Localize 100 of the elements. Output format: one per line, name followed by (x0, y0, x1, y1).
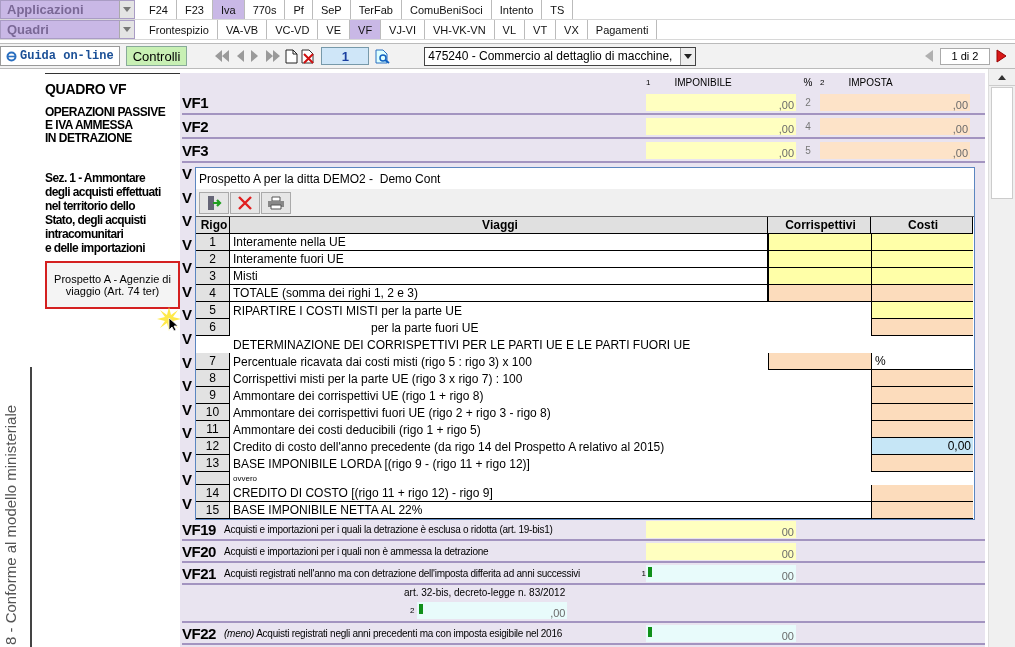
help-button[interactable]: Guida on-line (0, 46, 120, 66)
table-cell-text: DETERMINAZIONE DEI CORRISPETTIVI PER LE PARTI UE E LE PARTI FUORI UE (232, 336, 692, 353)
input-field[interactable] (768, 251, 871, 268)
row-label: V (182, 471, 192, 490)
input-field[interactable]: 0,00 (871, 438, 973, 455)
column-header: Rigo (196, 217, 230, 234)
row-number: 8 (196, 370, 230, 387)
input-field[interactable] (871, 251, 973, 268)
input-field[interactable]: ,00 (820, 117, 970, 135)
table-cell: TOTALE (somma dei righi 1, 2 e 3) (230, 285, 768, 302)
row-number: 2 (804, 96, 812, 108)
input-field[interactable]: ,00 (646, 141, 796, 159)
row-number: 4 (804, 120, 812, 132)
tab[interactable]: Iva (212, 0, 245, 19)
input-field[interactable] (871, 387, 973, 404)
row-number: 5 (804, 144, 812, 156)
document-search-icon[interactable] (375, 48, 391, 64)
input-field[interactable] (871, 285, 973, 302)
input-field[interactable] (768, 268, 871, 285)
row-description: (meno) Acquisti registrati negli anni precedenti ma con imposta esigibile nel 2016 (224, 627, 564, 639)
input-field[interactable] (768, 285, 871, 302)
column-number: 2 (820, 77, 825, 87)
print-button[interactable] (261, 191, 291, 214)
input-field[interactable]: ,00 (820, 141, 970, 159)
row-label: V (182, 188, 192, 207)
scroll-up-icon[interactable] (998, 74, 1006, 80)
door-arrow-icon (206, 194, 222, 211)
table-cell-text: Percentuale ricavata dai costi misti (rigo 5 : rigo 3) x 100 (232, 353, 533, 370)
input-field[interactable] (871, 455, 973, 472)
delete-page-icon[interactable] (301, 48, 316, 64)
field-number: 1 (640, 568, 646, 578)
table-cell: Misti (230, 268, 768, 285)
row-label: VF20 (182, 542, 217, 560)
row-label: V (182, 447, 192, 466)
input-field[interactable]: ,00 (417, 602, 568, 619)
column-header: Costi (871, 217, 973, 234)
input-field[interactable] (871, 502, 973, 519)
table-cell-text: Ammontare dei costi deducibili (rigo 1 + rigo 5) (232, 421, 482, 438)
input-field[interactable] (871, 302, 973, 319)
input-field[interactable]: ,00 (820, 93, 970, 111)
input-field[interactable] (871, 404, 973, 421)
row-label: VF19 (182, 520, 217, 538)
section-title: Sez. 1 - Ammontare degli acquisti effettuati nel territorio dello Stato, degli acquisti intracomunitari e delle importazioni (45, 171, 162, 255)
row-label: V (182, 329, 192, 348)
row-number: 3 (196, 268, 230, 285)
browser-e-icon (6, 50, 17, 62)
page-number-field[interactable]: 1 (321, 47, 370, 65)
company-select[interactable]: 475240 - Commercio al dettaglio di macchine, (424, 46, 697, 66)
exit-button[interactable] (199, 191, 229, 214)
row-description: Acquisti e importazioni per i quali non è ammessa la detrazione (224, 545, 490, 557)
input-field[interactable]: % (871, 353, 973, 370)
row-label: V (182, 400, 192, 419)
scrollbar[interactable] (988, 69, 1015, 647)
input-field[interactable] (768, 234, 871, 251)
table-cell-text: per la parte fuori UE (370, 319, 480, 336)
controlli-button[interactable]: Controlli (125, 46, 188, 66)
input-field[interactable] (871, 421, 973, 438)
delete-button[interactable] (230, 191, 260, 214)
printer-icon (267, 195, 285, 210)
row-label: V (182, 165, 192, 183)
input-field[interactable]: 00 (646, 564, 796, 582)
column-header: % (803, 76, 813, 88)
input-field[interactable] (871, 370, 973, 387)
table-cell-text: BASE IMPONIBILE LORDA [(rigo 9 - (rigo 11 + rigo 12)] (232, 455, 531, 472)
tab[interactable]: VF (350, 20, 382, 39)
input-field[interactable]: ,00 (646, 117, 796, 135)
input-field[interactable]: ,00 (646, 93, 796, 111)
table-cell: Interamente fuori UE (230, 251, 768, 268)
row-label: V (182, 377, 192, 396)
row-number: 12 (196, 438, 230, 455)
input-field[interactable]: 00 (646, 520, 796, 538)
row-label: VF3 (182, 141, 209, 159)
prospetto-button[interactable]: Prospetto A - Agenzie di viaggio (Art. 74 ter) (45, 261, 180, 309)
row-number: 13 (196, 455, 230, 472)
row-number: 15 (196, 502, 230, 519)
input-field[interactable] (871, 234, 973, 251)
row-label: V (182, 353, 192, 372)
dropdown-arrow-icon[interactable] (684, 53, 693, 59)
input-field[interactable] (768, 353, 871, 370)
new-page-icon[interactable] (285, 48, 299, 64)
column-number: 1 (646, 77, 651, 87)
row-number: 4 (196, 285, 230, 302)
column-header: Corrispettivi (768, 217, 871, 234)
input-field[interactable] (871, 319, 973, 336)
table-cell: BASE IMPONIBILE NETTA AL 22% (230, 502, 871, 519)
input-field[interactable] (871, 485, 973, 502)
row-label: V (182, 212, 192, 231)
input-field[interactable]: 00 (646, 542, 796, 560)
row-number: 9 (196, 387, 230, 404)
row-number: 10 (196, 404, 230, 421)
scrollbar-thumb[interactable] (991, 87, 1013, 199)
field-number: 2 (410, 606, 415, 615)
input-field[interactable] (871, 268, 973, 285)
marker-icon (419, 604, 424, 614)
row-label: V (182, 494, 192, 513)
table-cell-text: Credito di costo dell'anno precedente (da rigo 14 del Prospetto A relativo al 2015) (232, 438, 666, 455)
next-icon[interactable] (996, 49, 1007, 63)
table-cell-text: Ammontare dei corrispettivi fuori UE (rigo 2 + rigo 3 - rigo 8) (232, 404, 552, 421)
input-field[interactable]: 00 (646, 624, 796, 642)
row-number: 5 (196, 302, 230, 319)
